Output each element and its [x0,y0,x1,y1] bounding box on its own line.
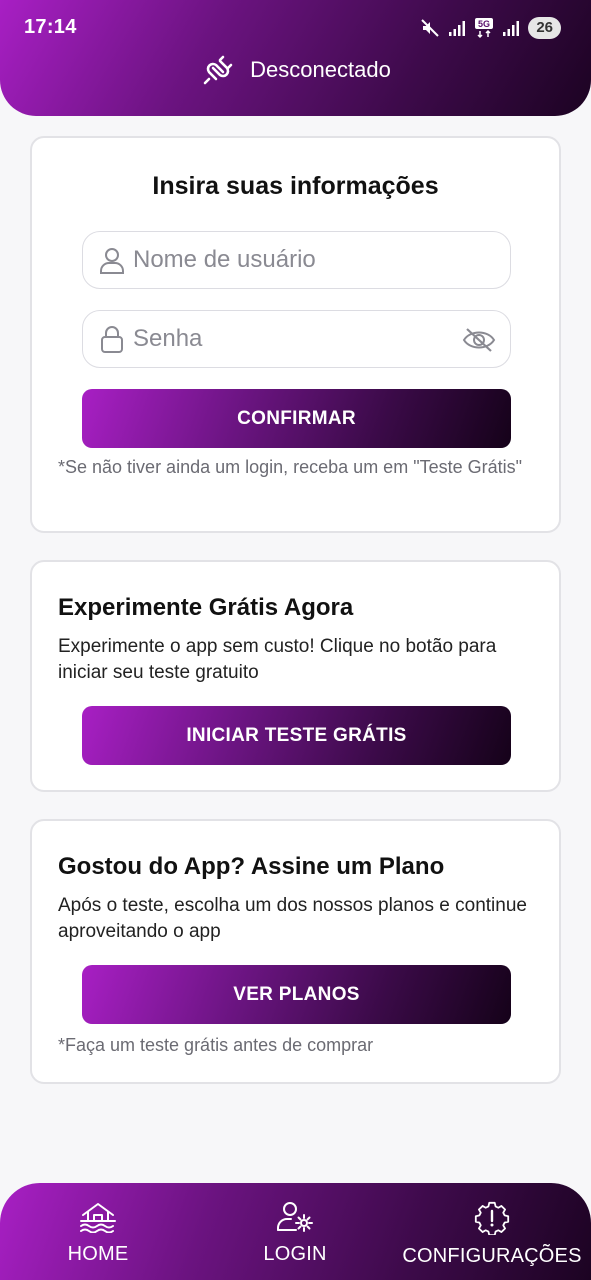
bottom-navigation: HOME LOGIN CONFIGURAÇÕES [0,1183,591,1280]
free-trial-text: Experimente o app sem custo! Clique no b… [58,636,497,683]
plug-disconnected-icon [203,55,233,85]
network-5g-icon: 5G [475,18,494,39]
start-free-trial-button[interactable]: INICIAR TESTE GRÁTIS [82,706,511,765]
subscription-card: Gostou do App? Assine um Plano Após o te… [30,819,561,1084]
connection-status: Desconectado [0,50,591,90]
password-field[interactable] [82,310,511,368]
signal-icon-2 [503,21,520,36]
lock-icon [101,326,123,353]
subscription-note: *Faça um teste grátis antes de comprar [58,1035,374,1055]
status-time: 17:14 [24,16,77,38]
svg-text:5G: 5G [478,19,490,29]
username-field[interactable] [82,231,511,289]
confirm-button[interactable]: CONFIRMAR [82,389,511,448]
status-bar: 17:14 5G 26 [0,0,591,56]
free-trial-title: Experimente Grátis Agora [58,594,354,621]
login-card-title: Insira suas informações [152,172,439,200]
login-card: Insira suas informações CONFIRMAR *Se nã… [30,136,561,533]
signal-icon [449,21,466,36]
eye-slash-icon[interactable] [462,327,496,353]
nav-item-home[interactable]: HOME [68,1201,128,1266]
username-input[interactable] [133,232,453,288]
login-note: *Se não tiver ainda um login, receba um … [58,457,523,477]
nav-label-login: LOGIN [263,1243,327,1265]
nav-label-home: HOME [67,1243,129,1265]
password-input[interactable] [133,311,453,367]
battery-indicator: 26 [528,17,561,39]
user-icon [100,248,124,274]
subscription-title: Gostou do App? Assine um Plano [58,853,445,880]
status-icons: 5G 26 [420,15,561,41]
nav-label-settings: CONFIGURAÇÕES [402,1245,582,1267]
free-trial-card: Experimente Grátis Agora Experimente o a… [30,560,561,792]
nav-item-login[interactable]: LOGIN [262,1201,328,1266]
nav-item-settings[interactable]: CONFIGURAÇÕES [402,1201,581,1268]
connection-status-text: Desconectado [250,57,391,82]
subscription-text: Após o teste, escolha um dos nossos plan… [58,895,527,942]
home-icon [80,1203,116,1233]
user-settings-icon [277,1202,313,1232]
app-header: 17:14 5G 26 Desconectado [0,0,591,116]
view-plans-button[interactable]: VER PLANOS [82,965,511,1024]
mute-icon [421,19,440,37]
gear-alert-icon [474,1201,510,1235]
